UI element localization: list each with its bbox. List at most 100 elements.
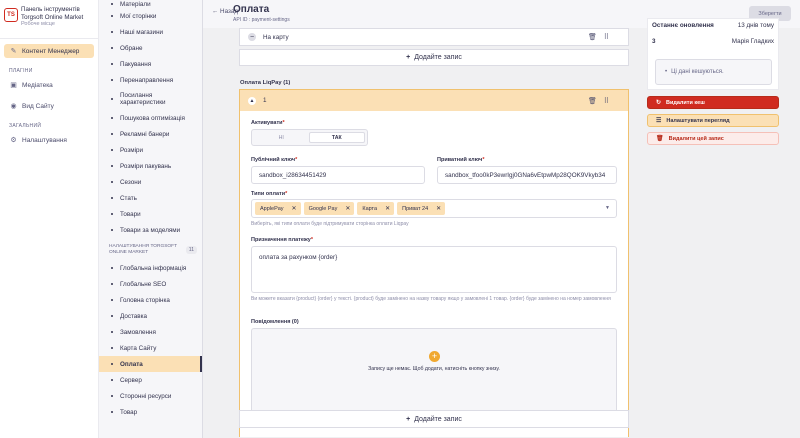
drag-handle-icon[interactable]: ⠿	[604, 98, 616, 105]
subnav-item-label: Розміри пакувань	[120, 162, 172, 170]
subnav-item[interactable]: Розміри пакувань	[99, 158, 202, 174]
subnav-item[interactable]: Товари	[99, 206, 202, 222]
bullet-icon	[111, 165, 113, 167]
bullet-icon	[111, 15, 113, 17]
subnav-item[interactable]: Матеріали	[99, 0, 202, 8]
main-nav: TS Панель інструментів Torgsoft Online M…	[0, 0, 99, 438]
tag-label: Google Pay	[308, 205, 338, 212]
close-icon[interactable]: ✕	[385, 205, 390, 212]
nav-item-settings[interactable]: ⚙ Налаштування	[0, 133, 98, 147]
private-key-input[interactable]: sandbox_tfoo0kP3ewrIgj0GNa6vEtpwMp28QOK9…	[437, 166, 617, 184]
pen-icon: ✎	[10, 48, 17, 55]
subnav-item-label: Глобальне SEO	[120, 280, 167, 288]
subnav-item[interactable]: Замовлення	[99, 324, 202, 340]
setup-preview-button[interactable]: ☰ Налаштувати перегляд	[647, 114, 779, 127]
public-key-label: Публічний ключ*	[251, 157, 297, 163]
trash-icon[interactable]: 🗑	[588, 98, 604, 105]
nav-divider	[0, 38, 98, 39]
subnav-item[interactable]: Сервер	[99, 372, 202, 388]
subnav-item[interactable]: Товар	[99, 404, 202, 420]
payment-types-select[interactable]: ApplePay ✕ Google Pay ✕ Карта ✕ Приват 24 ✕ …	[251, 199, 617, 218]
subnav-item[interactable]: Глобальна інформація	[99, 260, 202, 276]
payment-types-label: Типи оплати*	[251, 191, 287, 197]
add-entry-label: Додайте запис	[414, 415, 462, 423]
add-entry-button[interactable]: + Додайте запис	[239, 410, 629, 428]
close-icon[interactable]: ✕	[345, 205, 350, 212]
subnav-item-label: Товари	[120, 210, 141, 218]
arrow-left-icon: ←	[212, 8, 219, 15]
close-icon[interactable]: ✕	[436, 205, 441, 212]
toggle-on-option[interactable]: ТАК	[308, 132, 365, 143]
private-key-label: Приватний ключ*	[437, 157, 485, 163]
delete-cache-button[interactable]: ↻ Видалити кеш	[647, 96, 779, 109]
subnav-item[interactable]: Головна сторінка	[99, 292, 202, 308]
chevron-down-icon[interactable]: ▼	[605, 205, 610, 211]
subnav-section-count: 11	[185, 246, 197, 254]
subnav-item[interactable]: Наші магазини	[99, 24, 202, 40]
cache-notice: • Ці дані кешуються.	[655, 59, 772, 85]
api-id: API ID : payment-settings	[233, 17, 290, 23]
subnav-item[interactable]: Мої сторінки	[99, 8, 202, 24]
chevron-up-icon[interactable]: ▲	[248, 96, 256, 105]
liqpay-component: ▲ 1 🗑⠿ Активувати* НІ ТАК Публічний ключ…	[239, 89, 629, 437]
nav-item-content-manager[interactable]: ✎ Контент Менеджер	[4, 44, 94, 58]
public-key-input[interactable]: sandbox_i28634451429	[251, 166, 425, 184]
close-icon[interactable]: ✕	[292, 205, 297, 212]
subnav-section-settings[interactable]: НАЛАШТУВАННЯ TORGSOFT ONLINE MARKET 11	[99, 238, 202, 260]
subnav-item-label: Розміри	[120, 146, 143, 154]
component-title: 1	[263, 97, 267, 104]
refresh-icon: ↻	[656, 100, 662, 106]
gear-icon: ⚙	[10, 137, 17, 144]
last-update-label: Останнє оновлення	[652, 22, 714, 29]
payment-type-tag: Google Pay ✕	[303, 202, 355, 215]
subnav-item[interactable]: Посилання характеристики	[99, 88, 202, 110]
component-row-collapsed[interactable]: − На карту 🗑⠿	[239, 28, 629, 46]
subnav-item[interactable]: Стать	[99, 190, 202, 206]
subnav-item-label: Пошукова оптимізація	[120, 114, 185, 122]
activate-toggle[interactable]: НІ ТАК	[251, 129, 368, 146]
brand: TS Панель інструментів Torgsoft Online M…	[0, 0, 98, 38]
last-update-value: 13 днів тому	[737, 22, 774, 29]
subnav-item[interactable]: Глобальне SEO	[99, 276, 202, 292]
nav-item-label: Медіатека	[22, 81, 53, 89]
side-panel: Останнє оновлення 13 днів тому 3 Марія Г…	[647, 18, 779, 438]
subnav-item[interactable]: Обране	[99, 40, 202, 56]
subnav-section-label: НАЛАШТУВАННЯ TORGSOFT ONLINE MARKET	[109, 244, 177, 255]
nav-item-label: Налаштування	[22, 136, 67, 144]
subnav-item-label: Рекламні банери	[120, 130, 170, 138]
toggle-off-option[interactable]: НІ	[254, 132, 309, 143]
tag-label: Карта	[362, 205, 378, 212]
subnav-item[interactable]: Карта Сайту	[99, 340, 202, 356]
nav-section-plugins: ПЛАГІНИ	[9, 68, 33, 74]
subnav-item[interactable]: Доставка	[99, 308, 202, 324]
subnav-item[interactable]: Перенаправлення	[99, 72, 202, 88]
subnav-item[interactable]: Пошукова оптимізація	[99, 110, 202, 126]
subnav-item-label: Оплата	[120, 360, 143, 368]
delete-record-button[interactable]: 🗑 Видалити цей запис	[647, 132, 779, 145]
subnav-item[interactable]: Пакування	[99, 56, 202, 72]
subnav-item-label: Головна сторінка	[120, 296, 170, 304]
drag-handle-icon[interactable]: ⠿	[604, 34, 616, 41]
plus-circle-icon[interactable]: +	[429, 351, 440, 362]
subnav-item-label: Глобальна інформація	[120, 264, 187, 272]
bullet-icon	[111, 267, 113, 269]
payment-type-tag: Приват 24 ✕	[397, 202, 446, 215]
subnav-item[interactable]: Розміри	[99, 142, 202, 158]
subnav-item-active[interactable]: Оплата	[99, 356, 202, 372]
nav-item-site-view[interactable]: ◉ Вид Сайту	[0, 99, 98, 113]
bullet-icon	[111, 63, 113, 65]
author-label: 3	[652, 38, 656, 45]
author-row: 3 Марія Гладких	[652, 35, 774, 48]
subnav-item[interactable]: Сторонні ресурси	[99, 388, 202, 404]
collapse-icon[interactable]: −	[248, 33, 256, 41]
component-header[interactable]: ▲ 1 🗑⠿	[240, 90, 628, 111]
label-text: Призначення платежу	[251, 237, 311, 243]
trash-icon[interactable]: 🗑	[588, 34, 604, 41]
subnav-item[interactable]: Товари за моделями	[99, 222, 202, 238]
subnav-item[interactable]: Рекламні банери	[99, 126, 202, 142]
nav-item-media[interactable]: ▣ Медіатека	[0, 78, 98, 92]
purpose-textarea[interactable]: оплата за рахунком {order}	[251, 246, 617, 293]
bullet-icon	[111, 98, 113, 100]
add-entry-button[interactable]: + Додайте запис	[239, 49, 629, 66]
subnav-item[interactable]: Сезони	[99, 174, 202, 190]
